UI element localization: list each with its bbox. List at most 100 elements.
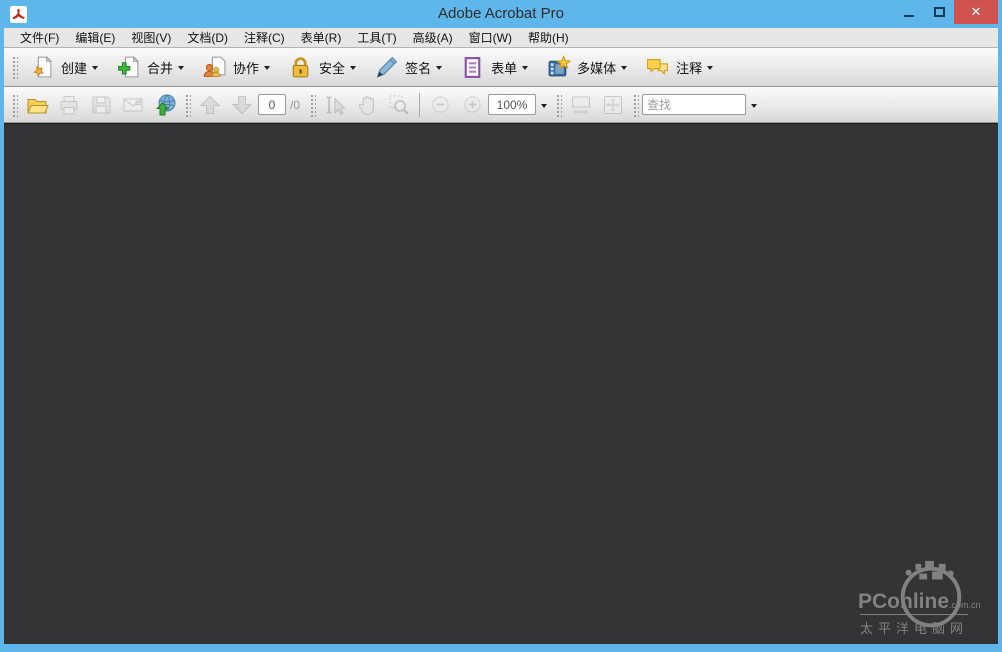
- comment-dropdown-caret: [707, 66, 714, 70]
- fit-page-icon: [604, 95, 623, 114]
- fit-width-icon: [572, 96, 591, 114]
- next-page-button[interactable]: [227, 91, 257, 119]
- find-dropdown-caret: [751, 103, 758, 108]
- upload-globe-icon: [156, 94, 176, 115]
- zoom-dropdown-button[interactable]: [536, 93, 552, 117]
- page-count-label: /0: [290, 97, 301, 112]
- select-tool-icon: [326, 96, 346, 115]
- close-icon: ✕: [970, 4, 982, 19]
- multimedia-button[interactable]: 多媒体: [539, 52, 634, 83]
- upload-share-button[interactable]: [150, 91, 180, 119]
- forms-button[interactable]: 表单: [453, 52, 535, 83]
- title-bar: Adobe Acrobat Pro ✕: [4, 0, 998, 28]
- create-button[interactable]: 创建: [23, 52, 105, 83]
- combine-button[interactable]: 合并: [109, 52, 191, 83]
- watermark-brand: PConline.com.cn: [858, 590, 981, 613]
- security-lock-icon: [288, 55, 313, 80]
- forms-dropdown-caret: [522, 66, 529, 70]
- fit-page-button[interactable]: [598, 91, 628, 119]
- combine-files-icon: [116, 55, 141, 80]
- page-number-input[interactable]: [258, 94, 286, 115]
- maximize-button[interactable]: [924, 0, 954, 24]
- toolbar-drag-handle[interactable]: [11, 55, 18, 79]
- menu-forms[interactable]: 表单(R): [293, 27, 350, 48]
- zoom-out-icon: [431, 96, 449, 113]
- minimize-icon: [904, 15, 914, 17]
- save-button[interactable]: [86, 91, 116, 119]
- collaborate-icon: [202, 55, 227, 80]
- menu-comments[interactable]: 注释(C): [236, 27, 293, 48]
- previous-page-button[interactable]: [195, 91, 225, 119]
- menu-document[interactable]: 文档(D): [179, 27, 236, 48]
- zoom-level-input[interactable]: [488, 94, 537, 115]
- menu-file[interactable]: 文件(F): [12, 27, 67, 48]
- watermark-subtitle: 太平洋电脑网: [860, 614, 969, 637]
- print-icon: [60, 95, 78, 114]
- save-icon: [92, 96, 111, 113]
- comment-bubble-icon: [645, 55, 670, 80]
- menu-edit[interactable]: 编辑(E): [67, 27, 123, 48]
- window-title: Adobe Acrobat Pro: [438, 4, 564, 22]
- menu-view[interactable]: 视图(V): [123, 27, 179, 48]
- hand-tool-icon: [358, 95, 374, 115]
- menu-advanced[interactable]: 高级(A): [405, 27, 461, 48]
- menu-window[interactable]: 窗口(W): [461, 27, 520, 48]
- zoom-in-button[interactable]: [457, 91, 487, 119]
- find-group-drag-handle[interactable]: [632, 92, 640, 117]
- separator: [419, 92, 421, 117]
- tools-group-drag-handle[interactable]: [309, 92, 317, 117]
- file-toolbar: /0: [4, 87, 998, 123]
- zoom-dropdown-caret: [541, 103, 548, 108]
- hand-tool-button[interactable]: [352, 91, 382, 119]
- maximize-icon: [933, 7, 945, 17]
- security-button[interactable]: 安全: [281, 52, 363, 83]
- find-dropdown-button[interactable]: [746, 93, 762, 117]
- view-group-drag-handle[interactable]: [555, 92, 563, 117]
- combine-label: 合并: [147, 60, 174, 76]
- acrobat-window: Adobe Acrobat Pro ✕ 文件(F) 编辑(E) 视图(V) 文档…: [0, 0, 1002, 652]
- find-input[interactable]: [642, 94, 747, 115]
- marquee-zoom-button[interactable]: [384, 91, 414, 119]
- comment-button[interactable]: 注释: [638, 52, 720, 83]
- multimedia-film-icon: [546, 54, 572, 80]
- window-controls: ✕: [894, 0, 998, 28]
- email-button[interactable]: [118, 91, 148, 119]
- security-dropdown-caret: [350, 66, 357, 70]
- create-label: 创建: [61, 60, 88, 76]
- email-icon: [123, 98, 143, 111]
- zoom-out-button[interactable]: [425, 91, 455, 119]
- multimedia-dropdown-caret: [621, 66, 628, 70]
- nav-group-drag-handle[interactable]: [184, 92, 191, 117]
- fit-width-button[interactable]: [566, 91, 596, 119]
- menu-tools[interactable]: 工具(T): [349, 27, 404, 48]
- menu-help[interactable]: 帮助(H): [520, 27, 577, 48]
- sign-button[interactable]: 签名: [367, 52, 449, 83]
- pconline-watermark: PConline.com.cn 太平洋电脑网: [858, 560, 988, 637]
- select-tool-button[interactable]: [320, 91, 350, 119]
- up-arrow-icon: [199, 95, 221, 114]
- close-button[interactable]: ✕: [954, 0, 998, 24]
- sign-label: 签名: [405, 60, 432, 76]
- tasks-toolbar: 创建 合并 协作 安全 签名 表单 多媒体 注释: [4, 48, 998, 87]
- multimedia-label: 多媒体: [577, 60, 617, 76]
- acrobat-app-icon: [10, 5, 27, 23]
- open-file-button[interactable]: [22, 91, 52, 119]
- forms-label: 表单: [491, 60, 518, 76]
- open-folder-icon: [27, 98, 49, 113]
- file-toolbar-drag-handle[interactable]: [11, 92, 18, 117]
- minimize-button[interactable]: [894, 0, 924, 24]
- create-document-icon: [30, 55, 55, 80]
- sign-dropdown-caret: [436, 66, 443, 70]
- marquee-zoom-icon: [389, 95, 409, 115]
- combine-dropdown-caret: [178, 66, 185, 70]
- forms-icon: [460, 55, 485, 80]
- security-label: 安全: [319, 60, 346, 76]
- watermark-suffix: .com.cn: [949, 600, 981, 610]
- sign-pen-icon: [374, 55, 399, 80]
- comment-label: 注释: [676, 60, 703, 76]
- collaborate-button[interactable]: 协作: [195, 52, 277, 83]
- zoom-in-icon: [463, 96, 481, 113]
- create-dropdown-caret: [92, 66, 99, 70]
- down-arrow-icon: [231, 95, 253, 114]
- print-button[interactable]: [54, 91, 84, 119]
